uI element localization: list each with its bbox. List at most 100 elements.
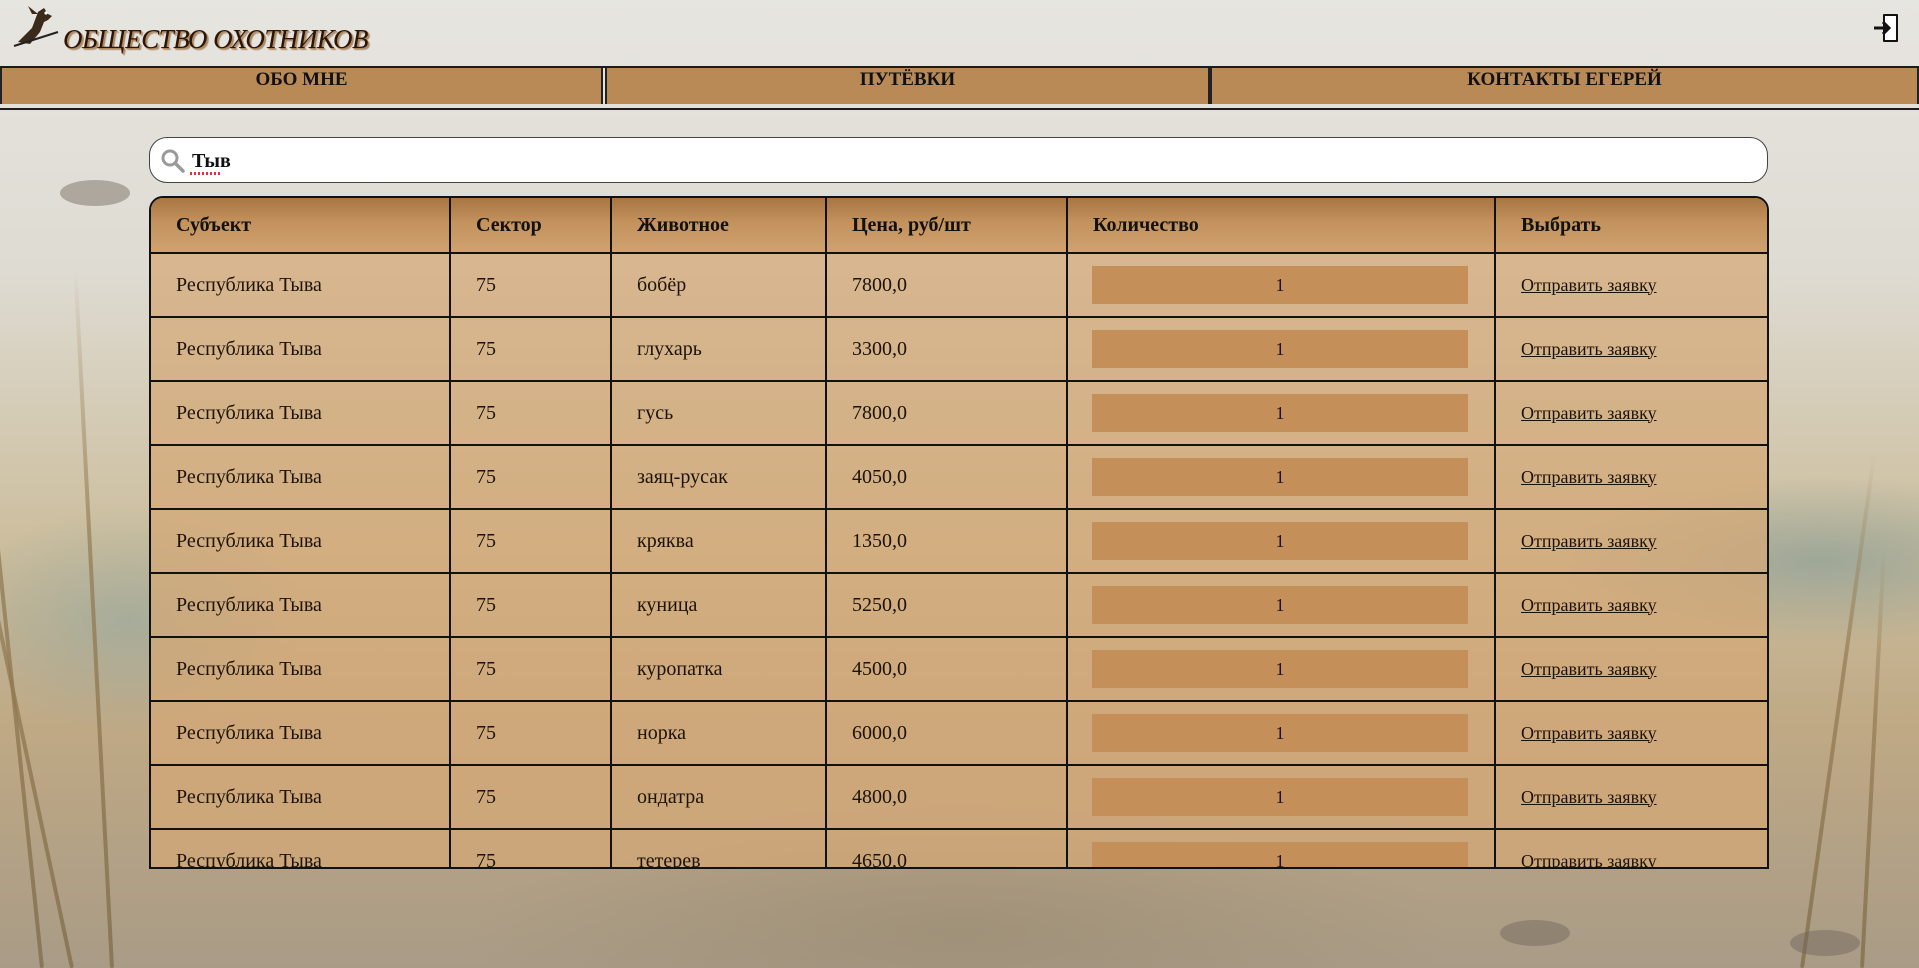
cell-quantity xyxy=(1067,253,1496,318)
cell-animal: куропатка xyxy=(611,637,827,702)
background-bird xyxy=(1500,920,1570,946)
table-row: Республика Тыва 75 глухарь 3300,0 Отправ… xyxy=(151,317,1767,382)
table-row: Республика Тыва 75 куропатка 4500,0 Отпр… xyxy=(151,637,1767,702)
hunting-dog-logo-icon xyxy=(13,6,59,47)
spellcheck-underline xyxy=(190,172,222,175)
quantity-input[interactable] xyxy=(1092,266,1468,304)
column-header-subject: Субъект xyxy=(151,198,451,254)
search-input[interactable] xyxy=(190,145,1744,177)
send-request-link[interactable]: Отправить заявку xyxy=(1521,339,1657,359)
cell-select: Отправить заявку xyxy=(1495,765,1767,830)
cell-price: 7800,0 xyxy=(826,253,1068,318)
quantity-input[interactable] xyxy=(1092,394,1468,432)
send-request-link[interactable]: Отправить заявку xyxy=(1521,851,1657,868)
cell-select: Отправить заявку xyxy=(1495,509,1767,574)
cell-price: 4500,0 xyxy=(826,637,1068,702)
search-bar xyxy=(149,137,1768,183)
table-row: Республика Тыва 75 гусь 7800,0 Отправить… xyxy=(151,381,1767,446)
send-request-link[interactable]: Отправить заявку xyxy=(1521,723,1657,743)
nav-item-vouchers[interactable]: ПУТЁВКИ xyxy=(605,68,1210,104)
quantity-input[interactable] xyxy=(1092,650,1468,688)
cell-price: 4050,0 xyxy=(826,445,1068,510)
cell-select: Отправить заявку xyxy=(1495,701,1767,766)
cell-animal: гусь xyxy=(611,381,827,446)
cell-quantity xyxy=(1067,573,1496,638)
cell-quantity xyxy=(1067,765,1496,830)
cell-quantity xyxy=(1067,637,1496,702)
cell-animal: ондатра xyxy=(611,765,827,830)
column-header-animal: Животное xyxy=(611,198,827,254)
quantity-input[interactable] xyxy=(1092,522,1468,560)
cell-sector: 75 xyxy=(450,829,612,867)
cell-animal: заяц-русак xyxy=(611,445,827,510)
column-header-quantity: Количество xyxy=(1067,198,1496,254)
cell-subject: Республика Тыва xyxy=(151,573,451,638)
cell-quantity xyxy=(1067,509,1496,574)
cell-sector: 75 xyxy=(450,573,612,638)
cell-sector: 75 xyxy=(450,253,612,318)
quantity-input[interactable] xyxy=(1092,778,1468,816)
quantity-input[interactable] xyxy=(1092,842,1468,867)
cell-subject: Республика Тыва xyxy=(151,829,451,867)
send-request-link[interactable]: Отправить заявку xyxy=(1521,275,1657,295)
cell-animal: кряква xyxy=(611,509,827,574)
send-request-link[interactable]: Отправить заявку xyxy=(1521,659,1657,679)
cell-sector: 75 xyxy=(450,381,612,446)
cell-animal: норка xyxy=(611,701,827,766)
logout-icon[interactable] xyxy=(1873,13,1899,43)
send-request-link[interactable]: Отправить заявку xyxy=(1521,403,1657,423)
table-row: Республика Тыва 75 норка 6000,0 Отправит… xyxy=(151,701,1767,766)
site-title[interactable]: ОБЩЕСТВО ОХОТНИКОВ xyxy=(63,24,369,55)
column-header-sector: Сектор xyxy=(450,198,612,254)
cell-quantity xyxy=(1067,445,1496,510)
table-row: Республика Тыва 75 ондатра 4800,0 Отправ… xyxy=(151,765,1767,830)
cell-subject: Республика Тыва xyxy=(151,381,451,446)
table-row: Республика Тыва 75 куница 5250,0 Отправи… xyxy=(151,573,1767,638)
quantity-input[interactable] xyxy=(1092,330,1468,368)
cell-sector: 75 xyxy=(450,765,612,830)
quantity-input[interactable] xyxy=(1092,586,1468,624)
column-header-price: Цена, руб/шт xyxy=(826,198,1068,254)
cell-select: Отправить заявку xyxy=(1495,573,1767,638)
nav-item-about[interactable]: ОБО МНЕ xyxy=(0,68,603,104)
cell-price: 7800,0 xyxy=(826,381,1068,446)
quantity-input[interactable] xyxy=(1092,458,1468,496)
site-header: ОБЩЕСТВО ОХОТНИКОВ xyxy=(0,0,1919,64)
background-bird xyxy=(1790,930,1860,956)
cell-quantity xyxy=(1067,381,1496,446)
cell-quantity xyxy=(1067,317,1496,382)
send-request-link[interactable]: Отправить заявку xyxy=(1521,787,1657,807)
cell-select: Отправить заявку xyxy=(1495,381,1767,446)
send-request-link[interactable]: Отправить заявку xyxy=(1521,467,1657,487)
cell-price: 4650,0 xyxy=(826,829,1068,867)
cell-subject: Республика Тыва xyxy=(151,317,451,382)
send-request-link[interactable]: Отправить заявку xyxy=(1521,595,1657,615)
cell-quantity xyxy=(1067,829,1496,867)
cell-sector: 75 xyxy=(450,701,612,766)
cell-select: Отправить заявку xyxy=(1495,253,1767,318)
cell-subject: Республика Тыва xyxy=(151,701,451,766)
table-row: Республика Тыва 75 заяц-русак 4050,0 Отп… xyxy=(151,445,1767,510)
table-row: Республика Тыва 75 бобёр 7800,0 Отправит… xyxy=(151,253,1767,318)
cell-subject: Республика Тыва xyxy=(151,445,451,510)
background-bird xyxy=(60,180,130,206)
quantity-input[interactable] xyxy=(1092,714,1468,752)
cell-animal: бобёр xyxy=(611,253,827,318)
send-request-link[interactable]: Отправить заявку xyxy=(1521,531,1657,551)
cell-select: Отправить заявку xyxy=(1495,317,1767,382)
cell-subject: Республика Тыва xyxy=(151,765,451,830)
cell-price: 6000,0 xyxy=(826,701,1068,766)
cell-sector: 75 xyxy=(450,509,612,574)
cell-select: Отправить заявку xyxy=(1495,637,1767,702)
cell-sector: 75 xyxy=(450,317,612,382)
table-header-row: Субъект Сектор Животное Цена, руб/шт Кол… xyxy=(151,198,1767,254)
search-icon xyxy=(161,149,185,173)
cell-animal: тетерев xyxy=(611,829,827,867)
cell-price: 5250,0 xyxy=(826,573,1068,638)
cell-select: Отправить заявку xyxy=(1495,829,1767,868)
cell-price: 4800,0 xyxy=(826,765,1068,830)
table-row: Республика Тыва 75 кряква 1350,0 Отправи… xyxy=(151,509,1767,574)
cell-quantity xyxy=(1067,701,1496,766)
nav-item-ranger-contacts[interactable]: КОНТАКТЫ ЕГЕРЕЙ xyxy=(1210,68,1919,104)
column-header-select: Выбрать xyxy=(1495,198,1767,254)
